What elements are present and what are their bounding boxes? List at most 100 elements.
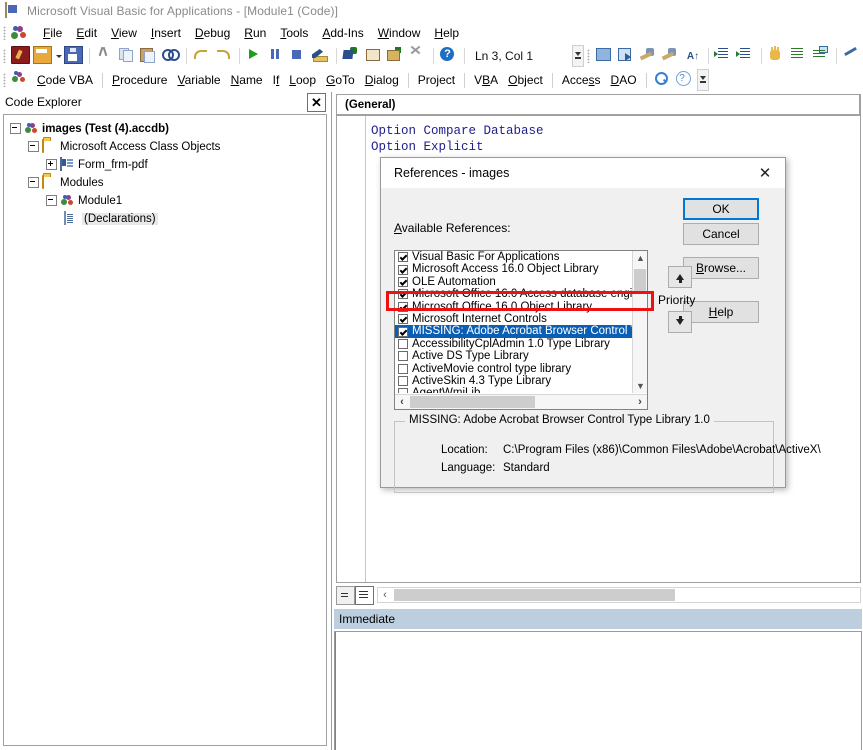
chevron-down-icon[interactable]: ▼: [633, 379, 647, 393]
toolbox-icon[interactable]: [408, 46, 428, 66]
references-horizontal-scrollbar[interactable]: ‹ ›: [395, 394, 647, 409]
list-item[interactable]: AgentWmiLib: [395, 387, 632, 393]
codevba-menu-if[interactable]: If: [268, 71, 285, 89]
undo-icon[interactable]: [192, 46, 212, 66]
tree-node-project[interactable]: images (Test (4).accdb): [4, 121, 326, 136]
tree-node-module1[interactable]: Module1: [4, 193, 326, 208]
checkbox-icon[interactable]: [398, 252, 408, 263]
toolbar-overflow-icon[interactable]: [572, 45, 584, 67]
menu-debug[interactable]: Debug: [188, 24, 237, 42]
list-item[interactable]: ActiveSkin 4.3 Type Library: [395, 375, 632, 387]
codevba-menu-procedure[interactable]: Procedure: [107, 71, 172, 89]
menu-file[interactable]: File: [36, 24, 69, 42]
available-references-list[interactable]: Visual Basic For Applications Microsoft …: [394, 250, 648, 410]
menu-tools[interactable]: Tools: [273, 24, 315, 42]
design-mode-icon[interactable]: [311, 46, 331, 66]
tree-node-access-class-objects[interactable]: Microsoft Access Class Objects: [4, 139, 326, 154]
chevron-down-icon[interactable]: [54, 46, 63, 66]
collapse-icon[interactable]: [10, 123, 21, 134]
save-icon[interactable]: [64, 46, 84, 66]
expand-icon[interactable]: [46, 159, 57, 170]
magnifier-icon[interactable]: [652, 70, 672, 90]
codevba-menu-dao[interactable]: DAO: [606, 71, 642, 89]
menubar-grip[interactable]: [3, 26, 6, 40]
list-item[interactable]: Visual Basic For Applications: [395, 251, 632, 263]
align-lines-icon[interactable]: [789, 46, 809, 66]
menu-window[interactable]: Window: [371, 24, 428, 42]
codevba-toolbar-overflow-icon[interactable]: [696, 69, 709, 91]
codevba-menu-access[interactable]: Access: [557, 71, 606, 89]
list-item[interactable]: Microsoft Office 16.0 Object Library: [395, 301, 632, 313]
menu-view[interactable]: View: [104, 24, 144, 42]
codevba-menu-project[interactable]: Project: [413, 71, 460, 89]
checkbox-icon[interactable]: [398, 376, 408, 387]
codevba-menu-loop[interactable]: Loop: [284, 71, 321, 89]
checkbox-icon[interactable]: [398, 388, 408, 393]
scrollbar-thumb[interactable]: [634, 269, 646, 294]
codevba-toolbar-grip[interactable]: [3, 73, 6, 87]
toolbar-grip-right[interactable]: [587, 49, 590, 63]
tree-node-modules[interactable]: Modules: [4, 175, 326, 190]
menu-addins[interactable]: Add-Ins: [315, 24, 370, 42]
list-item[interactable]: Active DS Type Library: [395, 350, 632, 362]
properties-window-icon[interactable]: [364, 46, 384, 66]
project-tree[interactable]: images (Test (4).accdb) Microsoft Access…: [3, 114, 327, 746]
checkbox-icon[interactable]: [398, 351, 408, 362]
ok-button[interactable]: OK: [683, 198, 759, 220]
reset-icon[interactable]: [289, 46, 309, 66]
codevba-menu-name[interactable]: Name: [226, 71, 268, 89]
codevba-menu-object[interactable]: Object: [503, 71, 548, 89]
immediate-window-input[interactable]: [334, 631, 862, 750]
redo-icon[interactable]: [214, 46, 234, 66]
scrollbar-thumb[interactable]: [394, 589, 675, 601]
help-icon[interactable]: ?: [439, 46, 459, 66]
highlighter-icon[interactable]: [842, 46, 862, 66]
menu-help[interactable]: Help: [427, 24, 466, 42]
arrow-up-icon[interactable]: [668, 266, 692, 288]
references-vertical-scrollbar[interactable]: ▲ ▼: [632, 251, 647, 393]
codevba-menu-codevba[interactable]: Code VBA: [32, 71, 98, 89]
measure-icon[interactable]: [639, 46, 659, 66]
code-text[interactable]: Option Compare Database Option Explicit: [371, 123, 860, 155]
arrow-down-icon[interactable]: [668, 311, 692, 333]
collapse-icon[interactable]: [46, 195, 57, 206]
checkbox-icon[interactable]: [398, 314, 408, 325]
collapse-icon[interactable]: [28, 177, 39, 188]
insert-window-icon[interactable]: [595, 46, 615, 66]
object-dropdown-bar[interactable]: (General): [336, 94, 861, 115]
copy-icon[interactable]: [117, 46, 137, 66]
codevba-menu-dialog[interactable]: Dialog: [360, 71, 404, 89]
checkbox-icon[interactable]: [398, 363, 408, 374]
chevron-left-icon[interactable]: ‹: [378, 588, 392, 602]
close-icon[interactable]: ✕: [745, 158, 785, 188]
question-circle-icon[interactable]: ?: [674, 70, 694, 90]
list-item-selected[interactable]: MISSING: Adobe Acrobat Browser Control T…: [395, 325, 632, 338]
full-module-view-icon[interactable]: [355, 585, 374, 605]
checkbox-icon[interactable]: [398, 276, 408, 287]
cut-icon[interactable]: [95, 46, 115, 66]
comment-block-icon[interactable]: [811, 46, 831, 66]
edit-pencil-icon[interactable]: [661, 46, 681, 66]
browse-button[interactable]: Browse...: [683, 257, 759, 279]
list-item[interactable]: OLE Automation: [395, 276, 632, 288]
chevron-left-icon[interactable]: ‹: [395, 395, 409, 409]
chevron-up-icon[interactable]: ▲: [633, 251, 647, 265]
references-list-rows[interactable]: Visual Basic For Applications Microsoft …: [395, 251, 632, 393]
codevba-menu-goto[interactable]: GoTo: [321, 71, 360, 89]
menu-insert[interactable]: Insert: [144, 24, 188, 42]
list-item[interactable]: Microsoft Access 16.0 Object Library: [395, 263, 632, 275]
break-icon[interactable]: [267, 46, 287, 66]
code-horizontal-scrollbar[interactable]: ‹: [377, 587, 861, 603]
list-item[interactable]: Microsoft Office 16.0 Access database en…: [395, 288, 632, 300]
project-explorer-icon[interactable]: [342, 46, 362, 66]
checkbox-icon[interactable]: [398, 289, 408, 300]
menu-run[interactable]: Run: [237, 24, 273, 42]
chevron-right-icon[interactable]: ›: [633, 395, 647, 409]
checkbox-icon[interactable]: [398, 326, 408, 337]
tree-node-form-frm-pdf[interactable]: Form_frm-pdf: [4, 157, 326, 172]
indent-icon[interactable]: [714, 46, 734, 66]
view-access-icon[interactable]: [11, 46, 31, 66]
codevba-menu-vba[interactable]: VBA: [469, 71, 503, 89]
checkbox-icon[interactable]: [398, 301, 408, 312]
object-browser-icon[interactable]: [386, 46, 406, 66]
